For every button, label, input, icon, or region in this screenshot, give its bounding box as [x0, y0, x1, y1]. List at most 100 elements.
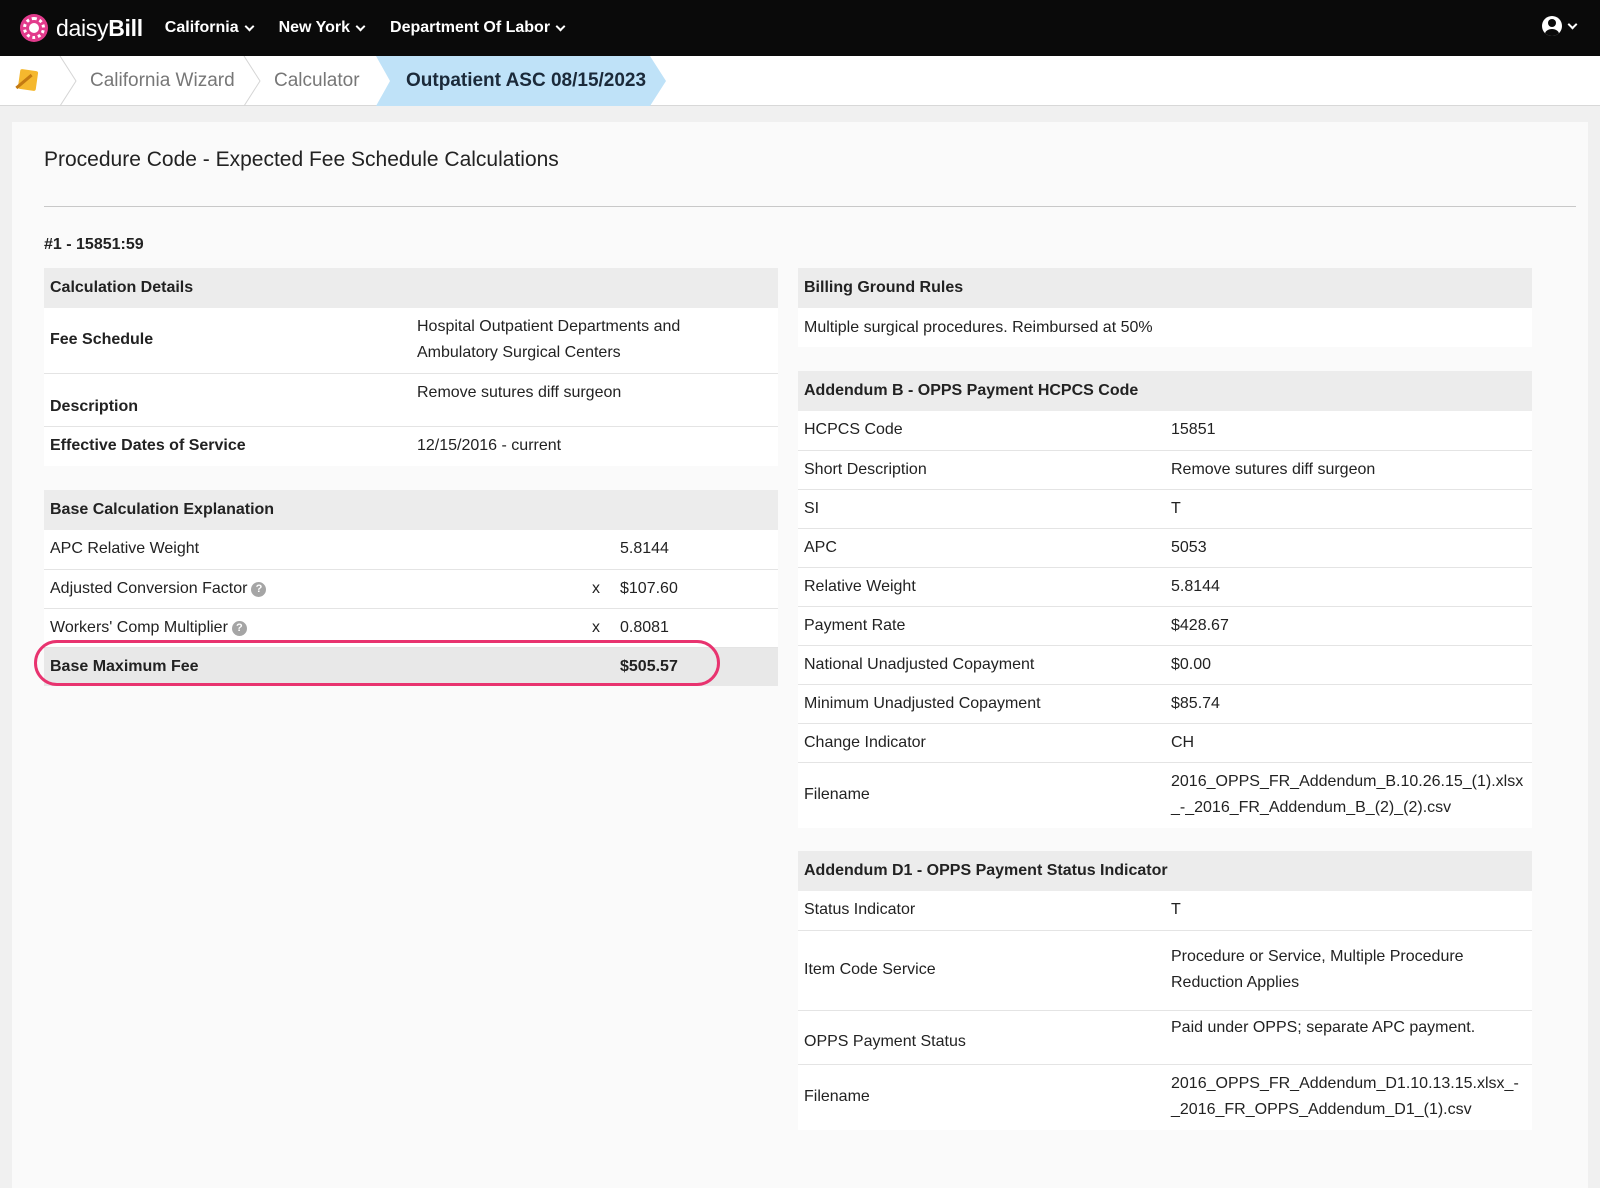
row-value: $428.67 [1165, 605, 1532, 645]
user-avatar-icon [1542, 16, 1562, 36]
procedure-id: #1 - 15851:59 [44, 236, 144, 253]
row-value: Hospital Outpatient Departments and Ambu… [417, 318, 681, 362]
breadcrumb-active[interactable]: Outpatient ASC 08/15/2023 [376, 56, 676, 106]
row-label: Payment Rate [798, 605, 1165, 645]
table-row: SI T [798, 488, 1532, 528]
row-value: T [1171, 901, 1181, 919]
billing-rule-text: Multiple surgical procedures. Reimbursed… [804, 318, 1153, 336]
breadcrumb: California Wizard Calculator Outpatient … [0, 56, 1600, 106]
row-value: Paid under OPPS; separate APC payment. [1165, 1009, 1532, 1064]
row-label: Change Indicator [798, 722, 1165, 762]
table-row: Workers' Comp Multiplier? x 0.8081 [44, 607, 778, 647]
row-label: Minimum Unadjusted Copayment [798, 683, 1165, 723]
row-value: $0.00 [1165, 644, 1532, 684]
row-value: 5053 [1165, 527, 1532, 567]
nav-california[interactable]: California [165, 19, 255, 37]
filename-line: _2016_FR_OPPS_Addendum_D1_(1).csv [1171, 1101, 1472, 1119]
row-label: Workers' Comp Multiplier [50, 618, 228, 636]
table-row: OPPS Payment Status Paid under OPPS; sepa… [798, 1009, 1532, 1064]
table-row: Status Indicator T [798, 891, 1532, 930]
row-label: OPPS Payment Status [798, 1009, 1165, 1064]
billing-ground-rules-table: Billing Ground Rules Multiple surgical p… [798, 268, 1532, 347]
row-value: 5.8144 [620, 540, 669, 558]
row-label: Status Indicator [804, 901, 916, 919]
table-row: Short Description Remove sutures diff sur… [798, 449, 1532, 489]
row-label-cell: Adjusted Conversion Factor? [44, 568, 592, 608]
table-row: Minimum Unadjusted Copayment $85.74 [798, 683, 1532, 723]
row-value: 2016_OPPS_FR_Addendum_B.10.26.15_(1).xls… [1165, 761, 1532, 828]
table-header: Calculation Details [44, 268, 778, 308]
row-label: National Unadjusted Copayment [798, 644, 1165, 684]
row-value: Remove sutures diff surgeon [411, 372, 778, 426]
row-value: $85.74 [1165, 683, 1532, 723]
addendum-b-table: Addendum B - OPPS Payment HCPCS Code HCP… [798, 371, 1532, 828]
table-row: Item Code Service Procedure or Service, M… [798, 929, 1532, 1010]
page-title: Procedure Code - Expected Fee Schedule C… [44, 148, 559, 171]
row-value: T [1165, 488, 1532, 528]
row-label: SI [798, 488, 1165, 528]
daisy-flower-icon [20, 14, 48, 42]
table-row: Relative Weight 5.8144 [798, 566, 1532, 606]
calculation-details-table: Calculation Details Fee Schedule Hospita… [44, 268, 778, 466]
divider [44, 206, 1576, 207]
row-operator: x [592, 607, 614, 647]
table-header: Addendum B - OPPS Payment HCPCS Code [798, 371, 1532, 411]
row-operator: x [592, 568, 614, 608]
row-label: Item Code Service [798, 929, 1165, 1010]
breadcrumb-california-wizard[interactable]: California Wizard [90, 56, 235, 106]
table-row: Change Indicator CH [798, 722, 1532, 762]
row-label: Short Description [798, 449, 1165, 489]
table-header: Base Calculation Explanation [44, 490, 778, 530]
addendum-d1-table: Addendum D1 - OPPS Payment Status Indica… [798, 851, 1532, 1130]
daisybill-logo[interactable]: daisyBill [20, 14, 143, 42]
row-label: Effective Dates of Service [44, 425, 411, 466]
table-row: Payment Rate $428.67 [798, 605, 1532, 645]
table-row: Adjusted Conversion Factor? x $107.60 [44, 568, 778, 608]
table-row: Filename 2016_OPPS_FR_Addendum_B.10.26.1… [798, 761, 1532, 828]
row-label: HCPCS Code [804, 421, 903, 439]
row-value: 12/15/2016 - current [411, 425, 778, 466]
nav-new-york[interactable]: New York [278, 19, 366, 37]
nav-new-york-label: New York [278, 19, 351, 36]
row-label: Relative Weight [798, 566, 1165, 606]
breadcrumb-separator [242, 56, 262, 106]
table-row: APC Relative Weight 5.8144 [44, 530, 778, 569]
chevron-down-icon [1567, 19, 1578, 29]
row-value: 5.8144 [1165, 566, 1532, 606]
table-row: Description Remove sutures diff surgeon [44, 372, 778, 426]
table-row: HCPCS Code 15851 [798, 411, 1532, 450]
breadcrumb-active-label: Outpatient ASC 08/15/2023 [406, 70, 647, 91]
row-label: APC [798, 527, 1165, 567]
chevron-down-icon [555, 21, 566, 31]
breadcrumb-calculator[interactable]: Calculator [274, 56, 360, 106]
table-row: National Unadjusted Copayment $0.00 [798, 644, 1532, 684]
row-value: 15851 [1171, 421, 1216, 439]
help-question-icon[interactable]: ? [251, 581, 267, 597]
help-question-icon[interactable]: ? [231, 620, 247, 636]
top-nav: daisyBill California New York Department… [0, 0, 1600, 56]
notepad-home-icon[interactable] [14, 68, 40, 94]
row-label: Filename [798, 1063, 1165, 1130]
user-menu[interactable] [1542, 16, 1578, 36]
row-label: Filename [798, 761, 1165, 828]
row-label: Fee Schedule [50, 331, 154, 349]
chevron-down-icon [355, 21, 366, 31]
row-value: 2016_OPPS_FR_Addendum_D1.10.13.15.xlsx_-… [1165, 1063, 1532, 1130]
total-value: $505.57 [614, 646, 778, 686]
filename-line: 2016_OPPS_FR_Addendum_D1.10.13.15.xlsx_- [1171, 1075, 1519, 1093]
table-row: APC 5053 [798, 527, 1532, 567]
row-label-cell: Workers' Comp Multiplier? [44, 607, 592, 647]
table-row: Multiple surgical procedures. Reimbursed… [798, 308, 1532, 347]
table-header: Billing Ground Rules [798, 268, 1532, 308]
base-maximum-fee-row: Base Maximum Fee $505.57 [44, 646, 778, 686]
table-row: Fee Schedule Hospital Outpatient Departm… [44, 308, 778, 373]
row-operator [592, 530, 614, 569]
row-value: CH [1165, 722, 1532, 762]
row-label: Description [44, 372, 411, 426]
content-panel: Procedure Code - Expected Fee Schedule C… [12, 122, 1588, 1188]
table-row: Filename 2016_OPPS_FR_Addendum_D1.10.13.… [798, 1063, 1532, 1130]
row-value: Procedure or Service, Multiple Procedure… [1165, 929, 1532, 1010]
row-value: $107.60 [614, 568, 778, 608]
filename-line: 2016_OPPS_FR_Addendum_B.10.26.15_(1).xls… [1171, 773, 1524, 791]
nav-department-of-labor[interactable]: Department Of Labor [390, 19, 566, 37]
